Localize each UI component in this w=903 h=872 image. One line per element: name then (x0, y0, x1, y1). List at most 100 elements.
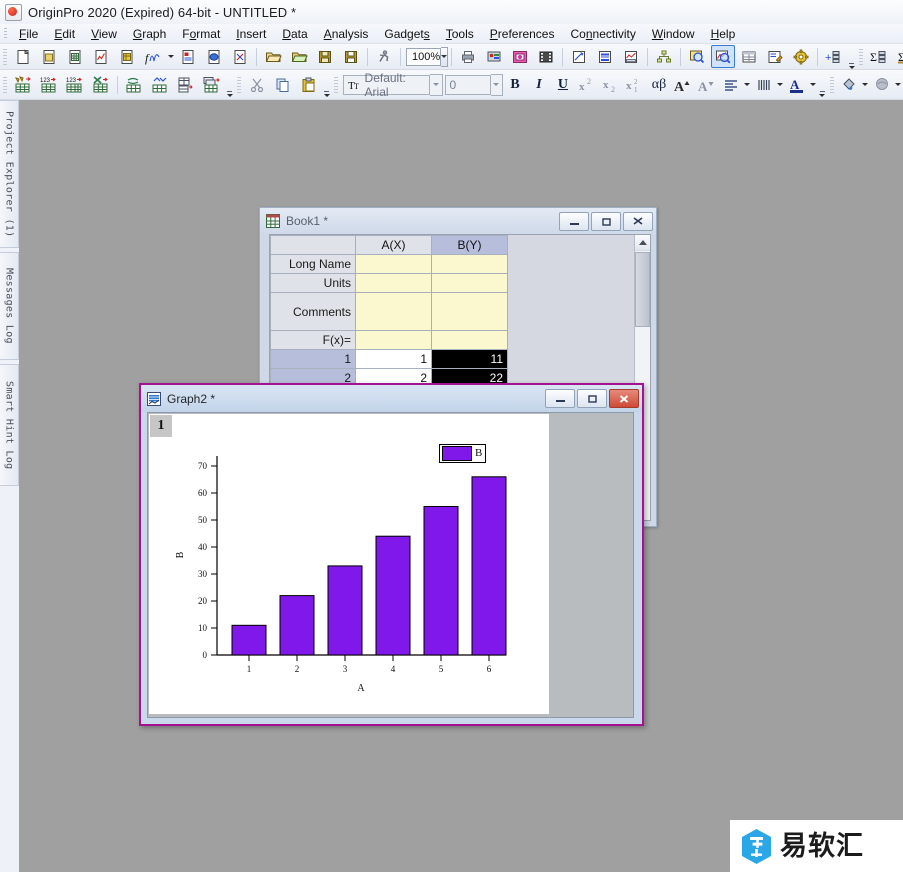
transpose-icon[interactable] (122, 73, 146, 96)
import-single-ascii-icon[interactable] (508, 45, 532, 68)
increase-font-button[interactable]: A (672, 73, 694, 96)
menu-help[interactable]: Help (703, 25, 744, 43)
unstack-icon[interactable] (174, 73, 198, 96)
pattern-color-button[interactable] (871, 73, 893, 96)
font-color-dropdown-icon[interactable] (809, 74, 818, 95)
cell-a1[interactable]: 1 (355, 349, 432, 369)
cell-b1[interactable]: 11 (431, 349, 508, 369)
longname-b-cell[interactable] (431, 254, 508, 274)
project-explorer-icon[interactable] (789, 45, 813, 68)
new-notes-icon[interactable] (202, 45, 226, 68)
scrollbar-thumb[interactable] (635, 252, 650, 327)
fill-color-button[interactable] (838, 73, 860, 96)
menu-format[interactable]: Format (174, 25, 228, 43)
open-icon[interactable] (261, 45, 285, 68)
menu-analysis[interactable]: Analysis (316, 25, 377, 43)
sidebar-item-smart-hint-log[interactable]: Smart Hint Log (0, 364, 19, 486)
paste-icon[interactable] (297, 73, 321, 96)
new-function-plot-dropdown[interactable] (166, 46, 175, 67)
set-multiple-values-icon[interactable]: 123 (63, 73, 87, 96)
graph2-close-button[interactable] (609, 389, 639, 408)
menu-file[interactable]: File (11, 25, 46, 43)
graph2-restore-button[interactable] (577, 389, 607, 408)
print-icon[interactable] (456, 45, 480, 68)
import-video-icon[interactable] (534, 45, 558, 68)
merge-graph-icon[interactable] (619, 45, 643, 68)
menu-graph[interactable]: Graph (125, 25, 174, 43)
align-button[interactable] (720, 73, 742, 96)
zoom-level-dropdown-icon[interactable] (441, 46, 449, 67)
menu-view[interactable]: View (83, 25, 125, 43)
menu-window[interactable]: Window (644, 25, 703, 43)
menu-data[interactable]: Data (274, 25, 315, 43)
grid-dropdown-icon[interactable] (776, 74, 785, 95)
annotate-icon[interactable] (763, 45, 787, 68)
graph-page[interactable]: 1 B 0 10 20 30 40 50 60 70 1 2 3 4 5 6 B… (149, 414, 549, 714)
edit-toolbar-overflow[interactable] (322, 73, 331, 97)
align-dropdown-icon[interactable] (743, 74, 752, 95)
book1-minimize-button[interactable] (559, 211, 589, 231)
statistics-icon[interactable]: Σ (867, 45, 891, 68)
menu-edit[interactable]: Edit (46, 25, 83, 43)
delete-columns-icon[interactable] (89, 73, 113, 96)
menu-tools[interactable]: Tools (438, 25, 482, 43)
zoom-in-tool-icon[interactable] (685, 45, 709, 68)
units-b-cell[interactable] (431, 273, 508, 293)
row-index-1[interactable]: 1 (270, 349, 356, 369)
units-a-cell[interactable] (355, 273, 432, 293)
comments-b-cell[interactable] (431, 292, 508, 331)
set-column-values-icon[interactable]: 123 (37, 73, 61, 96)
duplicate-plot-icon[interactable] (593, 45, 617, 68)
graph2-window[interactable]: Graph2 * 1 B 0 10 20 30 40 50 60 70 1 2 … (139, 383, 644, 726)
graph2-minimize-button[interactable] (545, 389, 575, 408)
run-script-icon[interactable] (372, 45, 396, 68)
new-excel-icon[interactable] (228, 45, 252, 68)
grid-button[interactable] (753, 73, 775, 96)
new-layout-icon[interactable] (176, 45, 200, 68)
toolbar-overflow-button[interactable] (847, 45, 856, 69)
new-matrix-icon[interactable] (115, 45, 139, 68)
sidebar-item-project-explorer[interactable]: Project Explorer (1) (0, 100, 19, 248)
subscript-button[interactable]: x2 (600, 73, 622, 96)
new-function-plot-icon[interactable]: f (141, 45, 165, 68)
fx-b-cell[interactable] (431, 330, 508, 350)
italic-button[interactable]: I (528, 73, 550, 96)
split-worksheet-icon[interactable] (200, 73, 224, 96)
worksheet-table[interactable]: A(X) B(Y) Long Name Units Comments F(x)=… (270, 235, 517, 407)
open-template-icon[interactable] (287, 45, 311, 68)
import-wizard-icon[interactable] (482, 45, 506, 68)
fill-color-dropdown-icon[interactable] (861, 74, 870, 95)
format-toolbar-overflow[interactable] (818, 73, 827, 97)
pattern-color-dropdown-icon[interactable] (894, 74, 903, 95)
font-color-button[interactable]: A (786, 73, 808, 96)
integrate-icon[interactable]: Σ (893, 45, 903, 68)
graph-canvas[interactable]: 1 B 0 10 20 30 40 50 60 70 1 2 3 4 5 6 B… (147, 412, 634, 718)
fx-a-cell[interactable] (355, 330, 432, 350)
copy-icon[interactable] (271, 73, 295, 96)
font-size-dropdown-icon[interactable] (490, 73, 503, 96)
bold-button[interactable]: B (504, 73, 526, 96)
menu-connectivity[interactable]: Connectivity (562, 25, 643, 43)
table-row[interactable]: 1 1 11 (270, 349, 517, 369)
add-layer-icon[interactable]: + (822, 45, 846, 68)
layer-contents-icon[interactable] (652, 45, 676, 68)
menu-preferences[interactable]: Preferences (482, 25, 563, 43)
sidebar-item-messages-log[interactable]: Messages Log (0, 252, 19, 360)
data-reader-icon[interactable] (711, 45, 736, 68)
super-subscript-button[interactable]: x21 (624, 73, 646, 96)
decrease-font-button[interactable]: A (696, 73, 718, 96)
plot-setup-icon[interactable] (567, 45, 591, 68)
bar-chart[interactable]: 0 10 20 30 40 50 60 70 1 2 3 4 5 6 B A (149, 414, 549, 714)
underline-button[interactable]: U (552, 73, 574, 96)
worksheet-toolbar-overflow[interactable] (225, 73, 234, 97)
font-name-field[interactable]: TT Default: Arial (343, 71, 431, 99)
new-workbook-icon[interactable] (63, 45, 87, 68)
new-folder-icon[interactable] (37, 45, 61, 68)
superscript-button[interactable]: x2 (576, 73, 598, 96)
book1-close-button[interactable] (623, 211, 653, 231)
font-name-dropdown-icon[interactable] (430, 73, 443, 96)
book1-restore-button[interactable] (591, 211, 621, 231)
new-project-icon[interactable] (11, 45, 35, 68)
cut-icon[interactable] (245, 73, 269, 96)
save-template-icon[interactable] (339, 45, 363, 68)
